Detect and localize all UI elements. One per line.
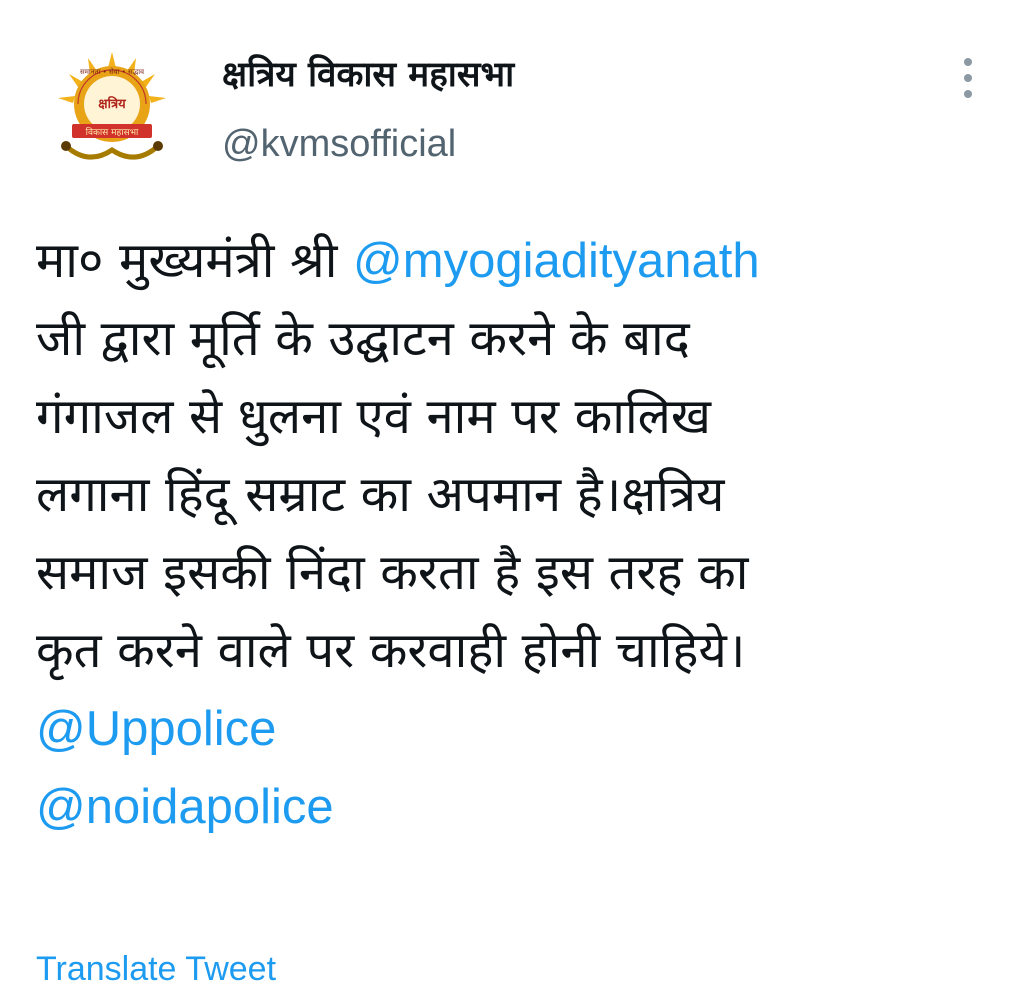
tweet-line-1: मा० मुख्यमंत्री श्री @myogiadityanath <box>36 222 996 300</box>
tweet-line-3: गंगाजल से धुलना एवं नाम पर कालिख <box>36 388 711 445</box>
author-display-name[interactable]: क्षत्रिय विकास महासभा <box>222 50 514 100</box>
translate-tweet-link[interactable]: Translate Tweet <box>36 944 276 994</box>
avatar-arc-text: समानता • सेवा • सद्भाव <box>80 67 144 76</box>
tweet-card: समानता • सेवा • सद्भाव क्षत्रिय विकास मह… <box>0 0 1024 988</box>
more-dot <box>964 74 972 82</box>
avatar-ribbon-text: विकास महासभा <box>86 126 139 138</box>
author-handle[interactable]: @kvmsofficial <box>222 119 456 169</box>
mention-myogiadityanath[interactable]: @myogiadityanath <box>353 234 760 288</box>
more-dot <box>964 90 972 98</box>
tweet-text: मा० मुख्यमंत्री श्री @myogiadityanath जी… <box>36 222 996 846</box>
more-options-icon[interactable] <box>946 52 990 104</box>
profile-avatar[interactable]: समानता • सेवा • सद्भाव क्षत्रिय विकास मह… <box>48 46 176 174</box>
tweet-line-1-text: मा० मुख्यमंत्री श्री <box>36 232 354 289</box>
tweet-line-2: जी द्वारा मूर्ति के उद्घाटन करने के बाद <box>36 310 690 367</box>
tweet-line-4: लगाना हिंदू सम्राट का अपमान है।क्षत्रिय <box>36 466 725 523</box>
tweet-line-8: @noidapolice <box>36 768 996 846</box>
avatar-logo-text: क्षत्रिय <box>98 96 126 112</box>
tweet-line-5: समाज इसकी निंदा करता है इस तरह का <box>36 544 749 601</box>
sun-emblem-logo: समानता • सेवा • सद्भाव क्षत्रिय विकास मह… <box>48 46 176 174</box>
mention-noidapolice[interactable]: @noidapolice <box>36 780 334 834</box>
tweet-line-6: कृत करने वाले पर करवाही होनी चाहिये। <box>36 622 746 679</box>
tweet-line-7: @Uppolice <box>36 690 996 768</box>
mention-uppolice[interactable]: @Uppolice <box>36 702 276 756</box>
more-dot <box>964 58 972 66</box>
